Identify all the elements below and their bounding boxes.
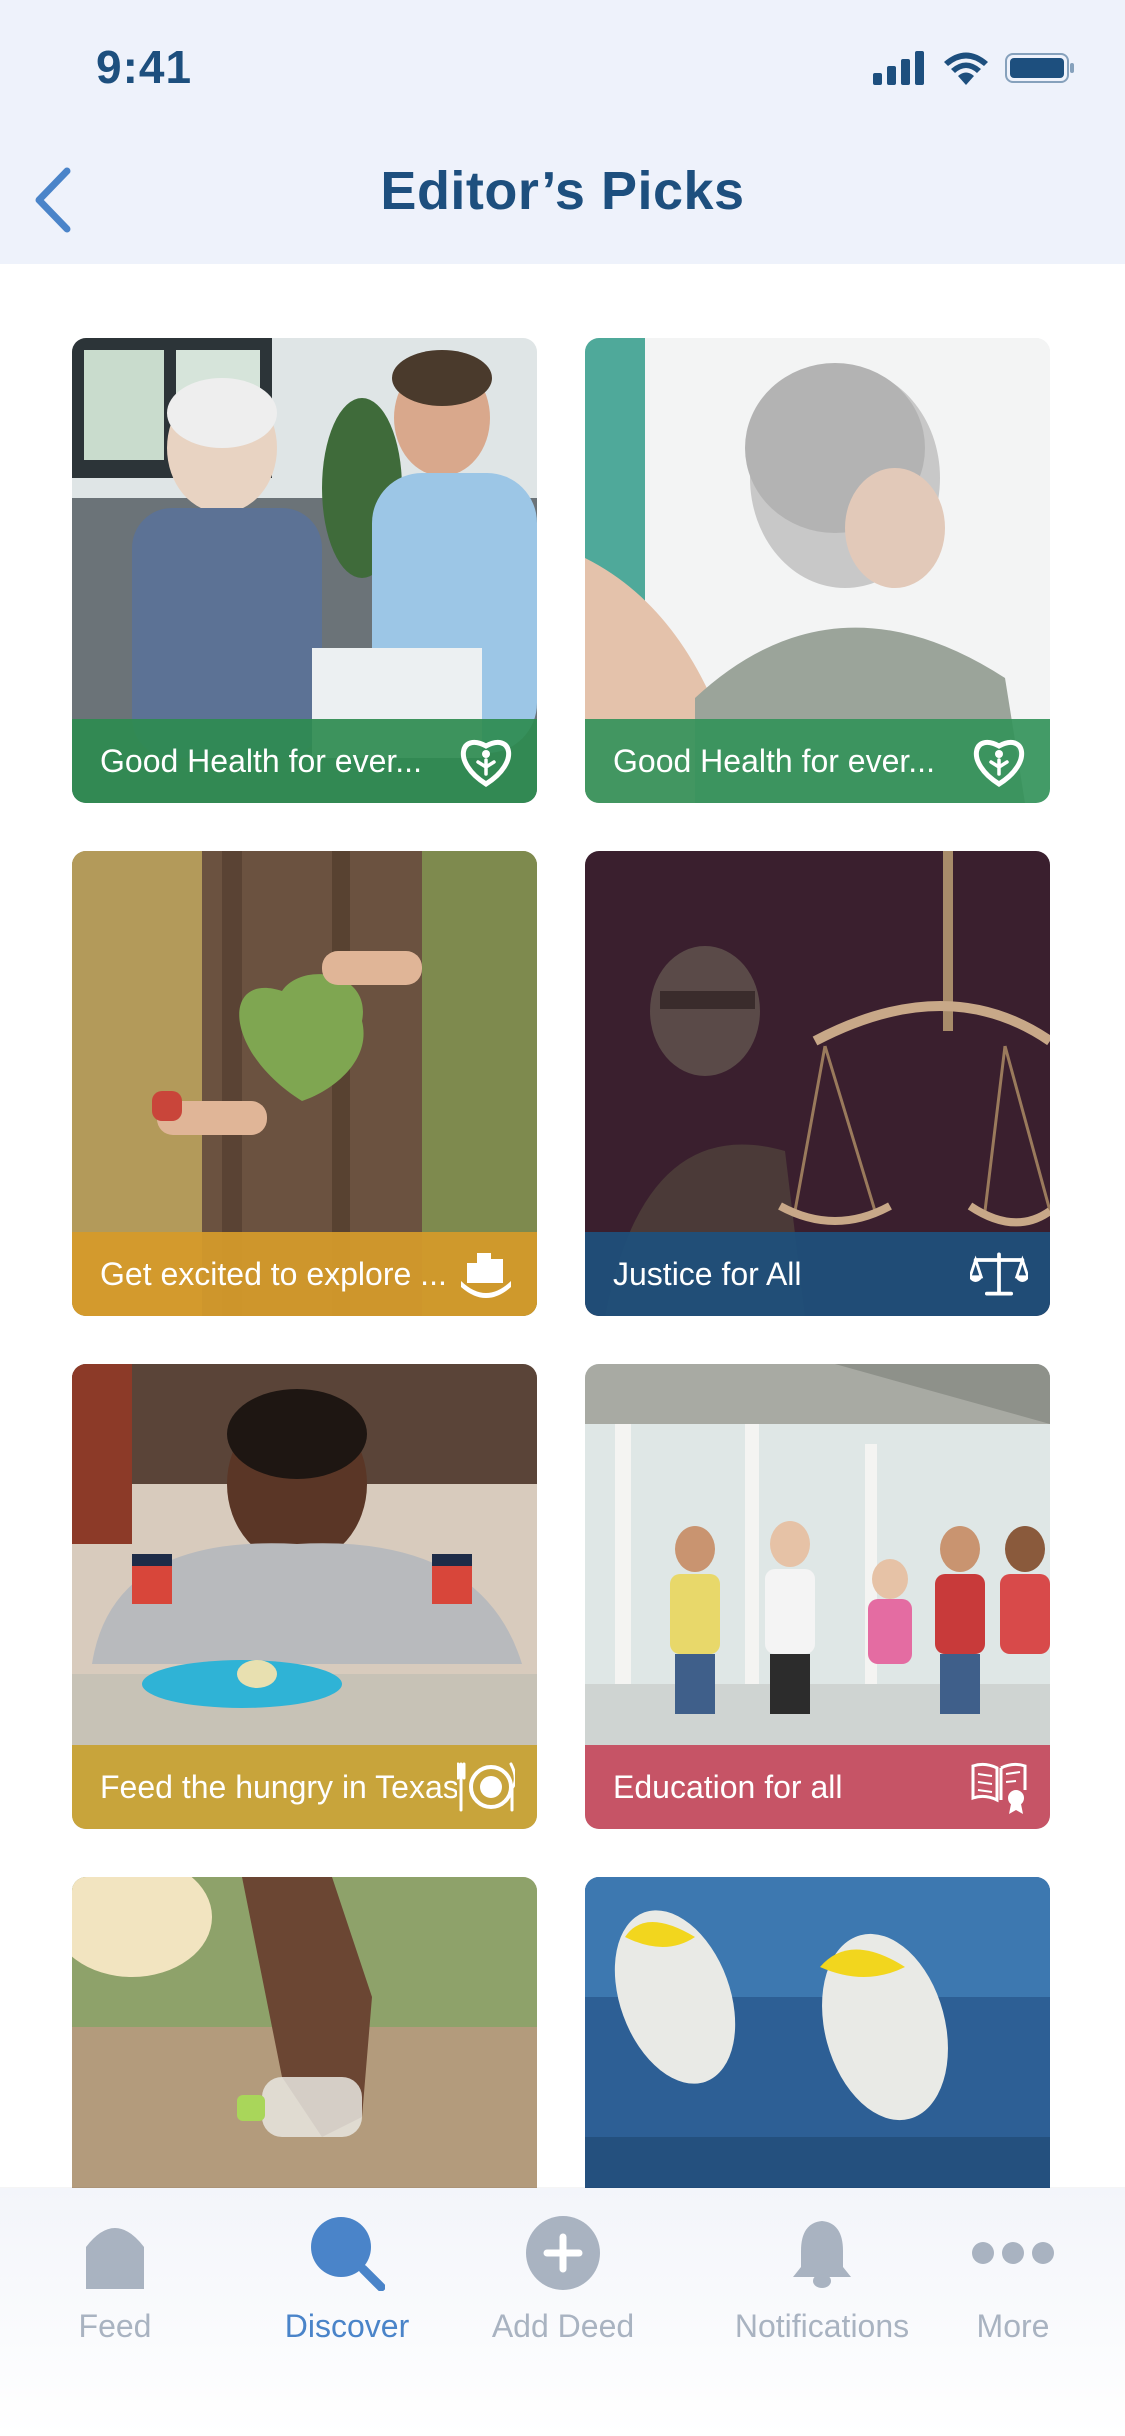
bell-icon <box>777 2208 867 2298</box>
plate-utensils-icon <box>457 1758 515 1816</box>
tab-label: Discover <box>284 2308 410 2344</box>
card-label: Get excited to explore ... <box>100 1255 447 1292</box>
tab-more[interactable]: More <box>903 2208 1123 2345</box>
card-label: Good Health for ever... <box>100 742 422 779</box>
pick-card-education[interactable]: Education for all <box>585 1364 1050 1829</box>
pick-card-good-health-1[interactable]: Good Health for ever... <box>72 338 537 803</box>
home-icon <box>70 2208 160 2298</box>
city-hands-icon <box>457 1245 515 1303</box>
heart-person-icon <box>457 732 515 790</box>
navigation-bar: Editor’s Picks <box>0 130 1125 264</box>
card-label: Good Health for ever... <box>613 742 935 779</box>
tab-bar: Feed Discover Add Deed Notifications Mor… <box>0 2188 1125 2436</box>
pick-card-explore[interactable]: Get excited to explore ... <box>72 851 537 1316</box>
tab-label: More <box>976 2308 1050 2344</box>
plus-circle-icon <box>518 2208 608 2298</box>
card-label: Feed the hungry in Texas <box>100 1768 457 1805</box>
card-label-bar: Good Health for ever... <box>585 719 1050 803</box>
pick-card-justice[interactable]: Justice for All <box>585 851 1050 1316</box>
heart-person-icon <box>970 732 1028 790</box>
card-label: Education for all <box>613 1768 843 1805</box>
tab-label: Add Deed <box>491 2308 635 2344</box>
battery-icon <box>1005 53 1074 83</box>
search-icon <box>302 2208 392 2298</box>
tab-notifications[interactable]: Notifications <box>712 2208 932 2345</box>
cellular-signal-icon <box>873 51 924 85</box>
more-dots-icon <box>968 2208 1058 2298</box>
scales-icon <box>970 1245 1028 1303</box>
card-label: Justice for All <box>613 1255 802 1292</box>
tab-add-deed[interactable]: Add Deed <box>453 2208 673 2345</box>
card-label-bar: Education for all <box>585 1745 1050 1829</box>
status-icons <box>873 48 1075 88</box>
status-bar: 9:41 <box>0 0 1125 130</box>
tab-discover[interactable]: Discover <box>237 2208 457 2345</box>
status-time: 9:41 <box>96 41 193 93</box>
pick-card-good-health-2[interactable]: Good Health for ever... <box>585 338 1050 803</box>
card-label-bar: Justice for All <box>585 1232 1050 1316</box>
book-award-icon <box>970 1758 1028 1816</box>
page-title: Editor’s Picks <box>380 161 745 221</box>
tab-feed[interactable]: Feed <box>5 2208 225 2345</box>
card-label-bar: Feed the hungry in Texas <box>72 1745 537 1829</box>
pick-card-feed-hungry[interactable]: Feed the hungry in Texas <box>72 1364 537 1829</box>
card-label-bar: Get excited to explore ... <box>72 1232 537 1316</box>
tab-label: Feed <box>78 2308 152 2344</box>
tab-label: Notifications <box>734 2308 910 2344</box>
card-label-bar: Good Health for ever... <box>72 719 537 803</box>
wifi-icon <box>944 52 988 85</box>
